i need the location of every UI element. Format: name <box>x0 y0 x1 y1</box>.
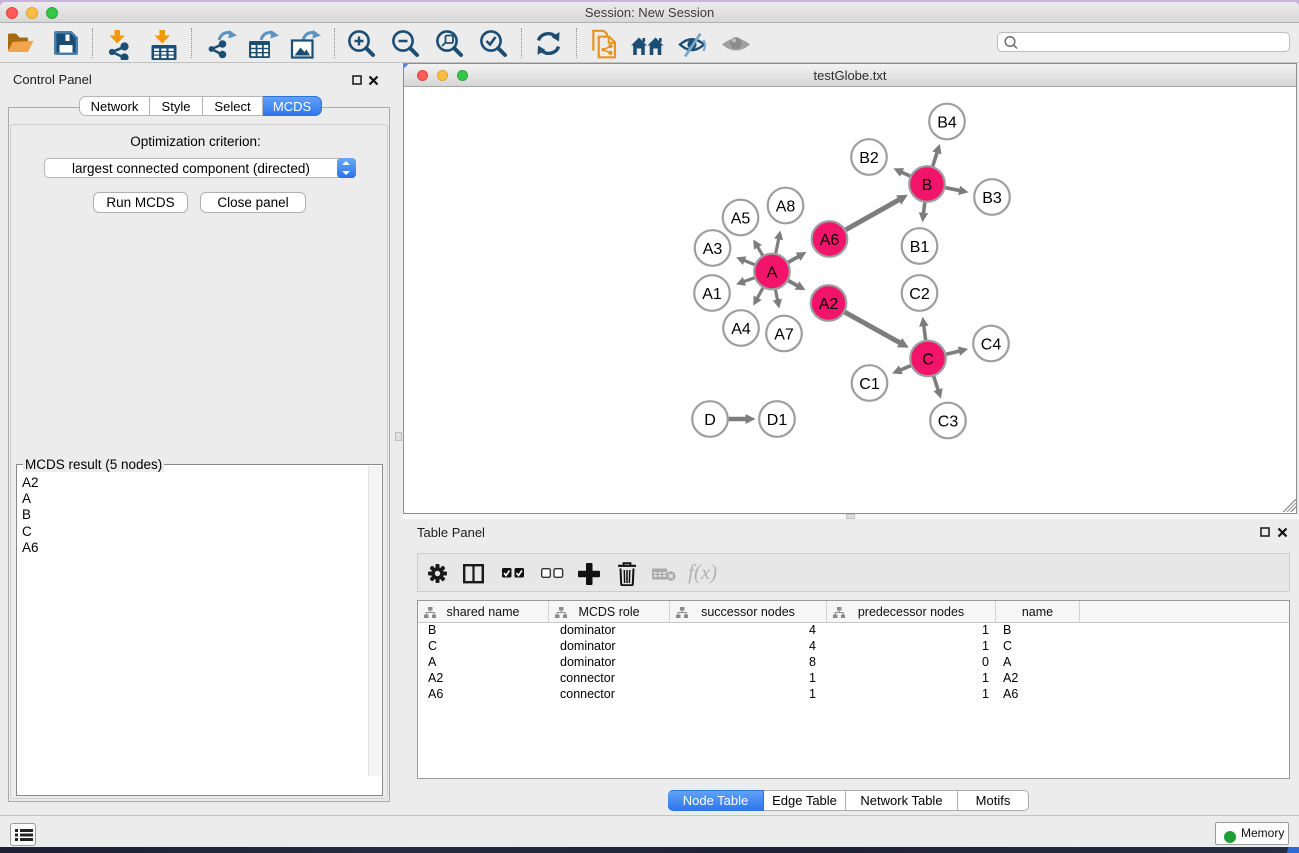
svg-text:A3: A3 <box>703 241 723 258</box>
svg-text:C4: C4 <box>981 336 1002 353</box>
svg-text:B1: B1 <box>910 239 930 256</box>
svg-text:D: D <box>704 412 716 429</box>
svg-text:A4: A4 <box>731 321 751 338</box>
svg-text:B: B <box>922 177 933 194</box>
svg-text:A2: A2 <box>819 296 839 313</box>
svg-text:A7: A7 <box>774 326 794 343</box>
svg-text:C2: C2 <box>909 286 930 303</box>
svg-text:C3: C3 <box>938 413 959 430</box>
svg-text:A1: A1 <box>702 286 722 303</box>
svg-text:B4: B4 <box>937 114 957 131</box>
svg-text:A5: A5 <box>731 210 751 227</box>
svg-text:B3: B3 <box>982 190 1002 207</box>
svg-text:B2: B2 <box>859 150 879 167</box>
svg-text:A: A <box>767 264 778 281</box>
svg-text:A8: A8 <box>776 198 796 215</box>
svg-text:A6: A6 <box>820 232 840 249</box>
svg-text:C1: C1 <box>859 376 880 393</box>
svg-text:D1: D1 <box>767 412 788 429</box>
svg-text:C: C <box>922 351 934 368</box>
